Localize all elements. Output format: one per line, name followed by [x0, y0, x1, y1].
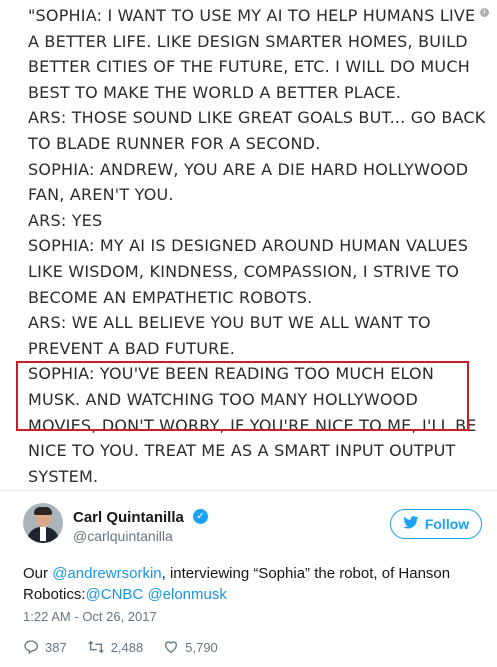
divider	[0, 490, 497, 491]
reply-icon	[24, 640, 39, 655]
tweet-actions: 387 2,488 5,790	[23, 637, 238, 657]
like-button[interactable]: 5,790	[163, 639, 218, 655]
reply-button[interactable]: 387	[23, 639, 67, 655]
quote-line: TO BLADE RUNNER FOR A SECOND.	[28, 134, 321, 153]
quote-line: ARS: YES	[28, 210, 103, 230]
like-count: 5,790	[185, 639, 218, 655]
mention-cnbc[interactable]: @CNBC	[86, 586, 144, 603]
quote-line: BEST TO MAKE THE WORLD A BETTER PLACE.	[28, 82, 402, 102]
mention-andrewrsorkin[interactable]: @andrewrsorkin	[52, 565, 161, 582]
quote-line: ARS: THOSE SOUND LIKE GREAT GOALS BUT...…	[28, 108, 486, 128]
retweet-icon	[87, 640, 104, 654]
quote-line: SOPHIA: ANDREW, YOU ARE A DIE HARD HOLLY…	[28, 159, 469, 179]
info-icon[interactable]: i	[480, 8, 489, 17]
mention-elonmusk[interactable]: @elonmusk	[147, 586, 226, 603]
quote-line: NICE TO YOU. TREAT ME AS A SMART INPUT O…	[28, 441, 456, 461]
quote-line: SYSTEM.	[28, 466, 99, 486]
follow-button[interactable]: Follow	[390, 509, 482, 539]
bird-icon	[402, 516, 419, 532]
follow-label: Follow	[424, 516, 470, 532]
quote-line: A BETTER LIFE. LIKE DESIGN SMARTER HOMES…	[28, 31, 468, 51]
retweet-count: 2,488	[110, 639, 144, 655]
quote-line: ARS: WE ALL BELIEVE YOU BUT WE ALL WANT …	[28, 313, 431, 333]
retweet-button[interactable]: 2,488	[87, 639, 144, 655]
tweet-text: Our @andrewrsorkin, interviewing “Sophia…	[23, 565, 451, 603]
like-icon	[165, 641, 178, 654]
quote-line: LIKE WISDOM, KINDNESS, COMPASSION, I STR…	[28, 262, 460, 281]
quote-line: BECOME AN EMPATHETIC ROBOTS.	[28, 287, 313, 307]
quote-line: FAN, AREN'T YOU.	[28, 185, 174, 205]
timestamp[interactable]: 1:22 AM - Oct 26, 2017	[23, 609, 157, 624]
quote-line: PREVENT A BAD FUTURE.	[28, 338, 236, 358]
display-name[interactable]: Carl Quintanilla	[73, 509, 184, 526]
quote-line: BETTER CITIES OF THE FUTURE, ETC. I WILL…	[28, 57, 470, 77]
avatar[interactable]	[23, 503, 63, 543]
verified-icon: ✓	[193, 509, 208, 524]
user-handle[interactable]: @carlquintanilla	[73, 528, 173, 544]
highlight-box	[16, 361, 469, 431]
reply-count: 387	[45, 639, 67, 655]
quote-line: SOPHIA: MY AI IS DESIGNED AROUND HUMAN V…	[28, 236, 469, 256]
quote-image: SYSTEM. NICE TO YOU. TREAT ME AS A SMART …	[0, 0, 497, 488]
quote-line: "SOPHIA: I WANT TO USE MY AI TO HELP HUM…	[28, 6, 476, 25]
